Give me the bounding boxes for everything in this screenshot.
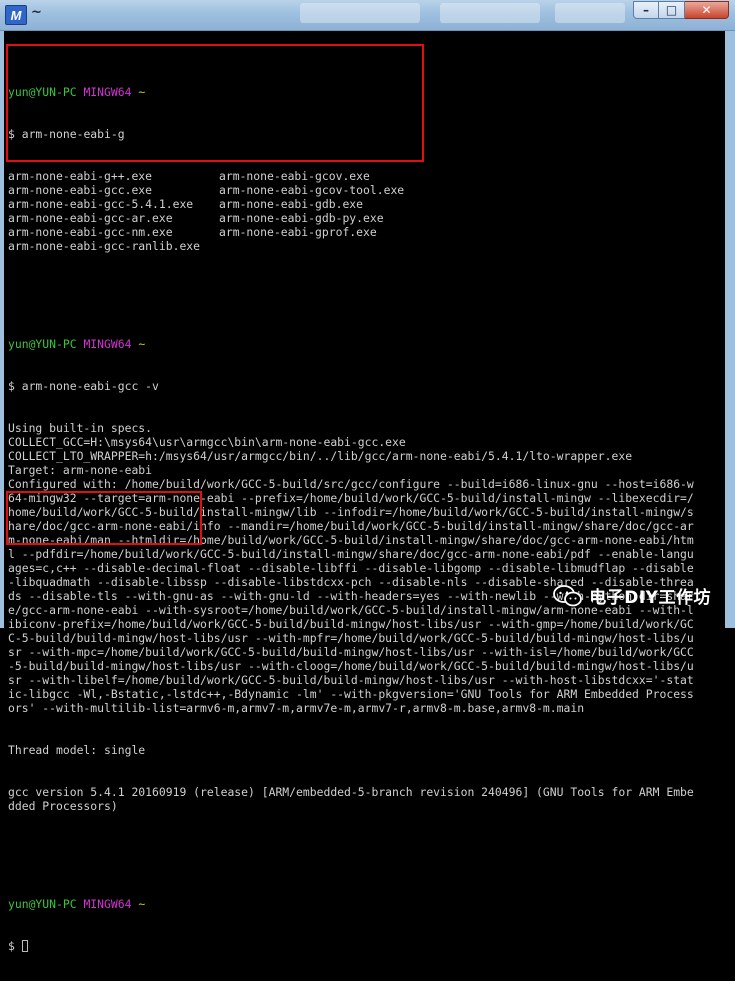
prompt-env: MINGW64 [83,337,132,351]
version-line: dded Processors) [8,799,118,813]
prompt-user: yun@YUN-PC [8,897,77,911]
command-line: $ arm-none-eabi-gcc -v [8,379,714,393]
output-line: COLLECT_GCC=H:\msys64\usr\armgcc\bin\arm… [8,435,406,449]
terminal-area[interactable]: yun@YUN-PC MINGW64 ~ $ arm-none-eabi-g a… [0,31,735,953]
output-line: Using built-in specs. [8,421,153,435]
completion-item: arm-none-eabi-gdb-py.exe [219,211,384,225]
completion-row: arm-none-eabi-gcc-ar.exe arm-none-eabi-gd… [8,211,714,225]
completion-row: arm-none-eabi-gcc-5.4.1.exe arm-none-eabi… [8,197,714,211]
completion-item: arm-none-eabi-gcc-ranlib.exe [8,239,201,253]
command-text: arm-none-eabi-gcc -v [21,379,159,393]
title-blur-region [555,3,625,23]
completion-item: arm-none-eabi-gprof.exe [219,225,377,239]
output-line: C-5-build/build-mingw/host-libs/usr --wi… [8,631,694,645]
completion-item: arm-none-eabi-gcov.exe [219,169,370,183]
prompt-user: yun@YUN-PC [8,337,77,351]
output-line: COLLECT_LTO_WRAPPER=h:/msys64/usr/armgcc… [8,449,633,463]
output-line: Configured with: /home/build/work/GCC-5-… [8,477,694,491]
title-blur-region [300,3,420,23]
maximize-button[interactable]: □ [659,1,685,19]
completion-item: arm-none-eabi-gdb.exe [219,197,364,211]
output-line: ic-libgcc -Wl,-Bstatic,-lstdc++,-Bdynami… [8,687,694,701]
prompt-path: ~ [138,897,146,911]
minimize-button[interactable]: – [633,1,659,19]
completion-item: arm-none-eabi-gcc-ar.exe [8,211,173,225]
output-line: ibiconv-prefix=/home/build/work/GCC-5-bu… [8,617,694,631]
prompt-env: MINGW64 [83,897,132,911]
close-button[interactable]: ✕ [685,1,729,19]
completion-item: arm-none-eabi-gcc.exe [8,183,153,197]
scrollbar[interactable] [725,31,735,628]
output-line: Target: arm-none-eabi [8,463,153,477]
prompt-symbol: $ [8,939,15,953]
version-line: gcc version 5.4.1 20160919 (release) [AR… [8,785,694,799]
highlight-box-version [6,491,202,545]
thread-model-line: Thread model: single [8,743,146,757]
prompt-symbol: $ [8,379,15,393]
output-line: ages=c,c++ --disable-decimal-float --dis… [8,561,694,575]
highlight-box-completions [6,44,424,162]
title-text: ~ [31,5,42,20]
completion-row: arm-none-eabi-gcc-nm.exe arm-none-eabi-gp… [8,225,714,239]
output-line: sr --with-libelf=/home/build/work/GCC-5-… [8,673,694,687]
output-line: ors' --with-multilib-list=armv6-m,armv7-… [8,701,585,715]
completion-row: arm-none-eabi-gcc-ranlib.exe [8,239,714,253]
output-line: -5-build/build-mingw/host-libs/usr --wit… [8,659,694,673]
wechat-icon [553,584,583,606]
watermark-text: 电子DIY工作坊 [589,588,711,608]
output-line: l --pdfdir=/home/build/work/GCC-5-build/… [8,547,694,561]
output-line: sr --with-mpc=/home/build/work/GCC-5-bui… [8,645,694,659]
completion-item: arm-none-eabi-gcc-5.4.1.exe [8,197,194,211]
completion-item: arm-none-eabi-gcov-tool.exe [219,183,405,197]
completion-item: arm-none-eabi-gcc-nm.exe [8,225,173,239]
watermark: 电子DIY工作坊 [553,583,711,608]
completion-row: arm-none-eabi-gcc.exe arm-none-eabi-gcov-… [8,183,714,197]
input-line[interactable]: $ [8,939,714,953]
prompt-line: yun@YUN-PC MINGW64 ~ [8,337,714,351]
text-cursor [21,940,28,952]
prompt-path: ~ [138,337,146,351]
title-blur-region [440,3,540,23]
window-title-bar[interactable]: M ~ – □ ✕ [0,0,735,31]
completion-item: arm-none-eabi-g++.exe [8,169,153,183]
mintty-app-icon[interactable]: M [5,5,27,25]
prompt-line: yun@YUN-PC MINGW64 ~ [8,897,714,911]
completion-row: arm-none-eabi-g++.exe arm-none-eabi-gcov.… [8,169,714,183]
